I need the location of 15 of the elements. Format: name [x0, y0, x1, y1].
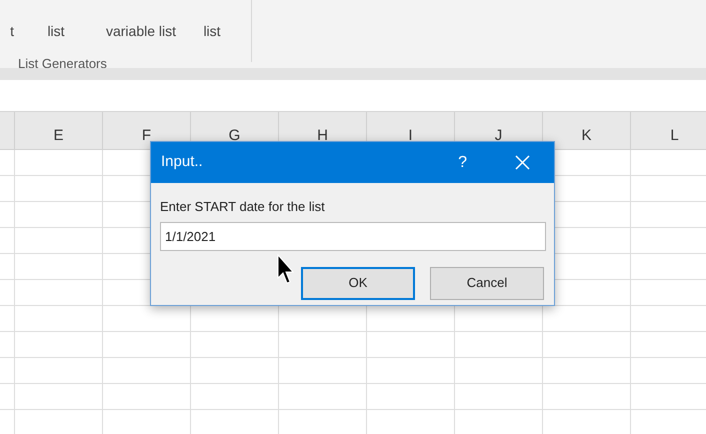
mouse-pointer-icon — [277, 254, 294, 284]
ribbon-button[interactable]: list — [184, 9, 240, 52]
ribbon-button[interactable]: list — [14, 9, 98, 52]
group-label: List Generators — [18, 55, 107, 68]
column-header[interactable]: E — [14, 112, 102, 149]
ok-button[interactable]: OK — [301, 266, 415, 300]
help-button[interactable]: ? — [458, 150, 467, 174]
date-input-field[interactable]: 1/1/2021 — [160, 222, 546, 250]
column-header[interactable]: L — [630, 112, 706, 149]
cancel-button[interactable]: Cancel — [430, 266, 544, 300]
close-icon[interactable] — [515, 155, 530, 170]
prompt-label: Enter START date for the list — [160, 198, 325, 216]
ribbon-button[interactable]: variable list — [98, 9, 184, 52]
dialog-title: Input.. — [161, 152, 204, 172]
ribbon-button[interactable]: t — [0, 9, 14, 52]
